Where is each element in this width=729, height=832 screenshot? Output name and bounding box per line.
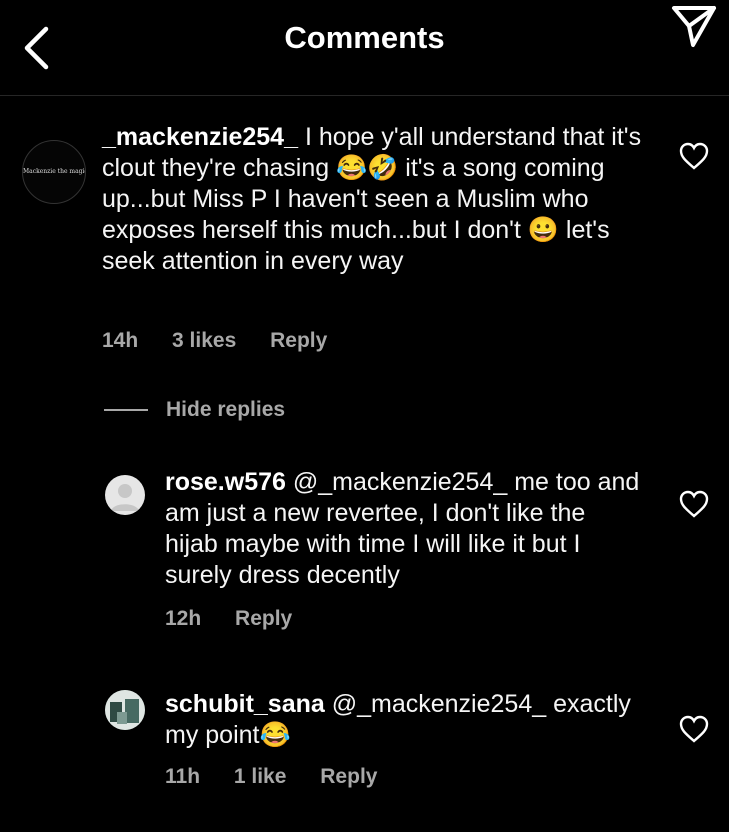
heart-icon[interactable] [679,142,709,170]
reply-body: rose.w576 @_mackenzie254_ me too and am … [165,467,645,591]
reply-button[interactable]: Reply [320,765,377,788]
avatar-logo-text: Mackenzie the magic [23,168,86,175]
comment-time: 14h [102,329,139,352]
comment-body: _mackenzie254_ I hope y'all understand t… [102,122,642,277]
avatar[interactable] [105,690,145,730]
reply-button[interactable]: Reply [235,607,292,630]
reply-username[interactable]: schubit_sana [165,690,325,718]
default-avatar-icon [111,484,139,511]
header: Comments [0,0,729,96]
hide-replies-label: Hide replies [166,398,286,421]
avatar[interactable]: Mackenzie the magic [22,140,86,204]
reply-username[interactable]: rose.w576 [165,468,286,496]
reply-time: 11h [165,765,201,788]
avatar-photo [105,690,145,730]
heart-icon[interactable] [679,490,709,518]
comment-username[interactable]: _mackenzie254_ [102,123,298,151]
reply-button[interactable]: Reply [270,329,327,352]
reply-likes[interactable]: 1 like [234,765,287,788]
hide-replies-button[interactable]: Hide replies [104,398,285,422]
page-title: Comments [284,20,445,55]
reply-body: schubit_sana @_mackenzie254_ exactly my … [165,689,645,751]
send-icon[interactable] [671,4,717,48]
comment-likes[interactable]: 3 likes [172,329,236,352]
comment-meta: 14h 3 likes Reply [102,329,355,353]
avatar[interactable] [105,475,145,515]
divider [104,409,148,412]
heart-icon[interactable] [679,715,709,743]
reply-time: 12h [165,607,202,630]
reply-meta: 12h Reply [165,607,320,631]
reply-meta: 11h 1 like Reply [165,765,405,789]
